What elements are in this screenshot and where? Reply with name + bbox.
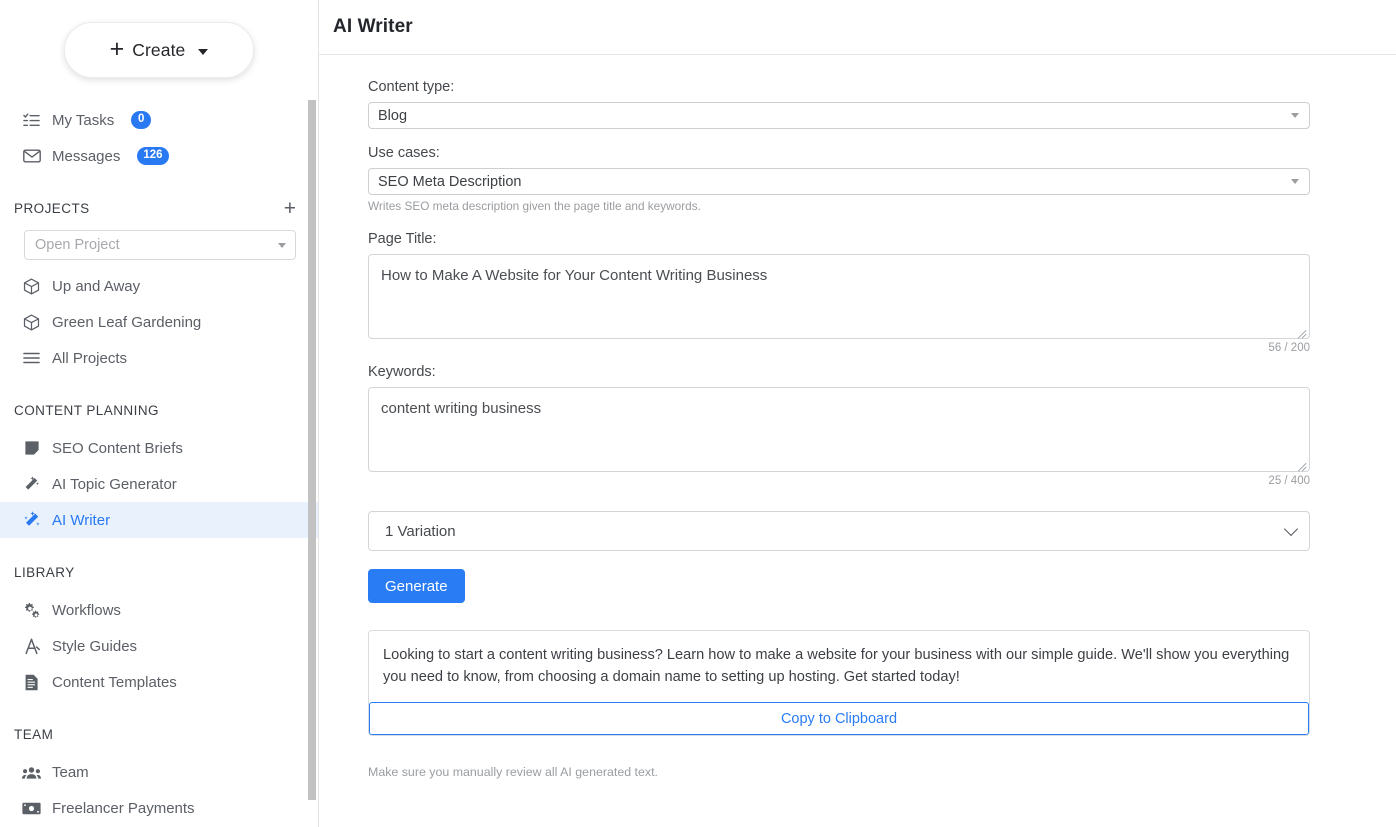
- generated-result-text: Looking to start a content writing busin…: [383, 647, 1290, 686]
- sidebar-item-seo-content-briefs[interactable]: SEO Content Briefs: [0, 430, 318, 466]
- people-group-icon: [22, 763, 41, 782]
- messages-badge: 126: [137, 147, 169, 165]
- open-project-select[interactable]: Open Project: [24, 230, 296, 260]
- plus-icon: +: [109, 34, 125, 63]
- generate-button[interactable]: Generate: [368, 569, 465, 603]
- page-title-label: Page Title:: [368, 231, 437, 247]
- main-content: AI Writer Content type: Blog Use cases: …: [319, 0, 1396, 827]
- envelope-icon: [22, 147, 41, 166]
- content-type-field: Content type: Blog: [368, 79, 1396, 129]
- sidebar: + Create My Tasks 0 Messages 126 PROJECT…: [0, 0, 319, 827]
- generated-result-box: Looking to start a content writing busin…: [368, 630, 1310, 737]
- ai-disclaimer-text: Make sure you manually review all AI gen…: [368, 765, 658, 780]
- use-cases-select[interactable]: SEO Meta Description: [368, 168, 1310, 195]
- copy-to-clipboard-button[interactable]: Copy to Clipboard: [369, 702, 1309, 736]
- create-button-wrap: + Create: [0, 0, 318, 88]
- sidebar-scroll-area[interactable]: + Create My Tasks 0 Messages 126 PROJECT…: [0, 0, 318, 827]
- sidebar-item-my-tasks[interactable]: My Tasks 0: [0, 102, 318, 138]
- chevron-down-icon: [1291, 113, 1299, 118]
- projects-section-header: PROJECTS +: [0, 188, 318, 228]
- content-type-value: Blog: [378, 107, 408, 124]
- chevron-down-icon: [1283, 521, 1299, 536]
- sidebar-item-ai-writer[interactable]: AI Writer: [0, 502, 318, 538]
- sidebar-top-nav: My Tasks 0 Messages 126: [0, 102, 318, 174]
- add-project-plus-icon[interactable]: +: [284, 198, 296, 219]
- magic-wand-icon: [22, 475, 41, 494]
- sidebar-item-messages[interactable]: Messages 126: [0, 138, 318, 174]
- page-title-field: Page Title: 56 / 200: [368, 231, 1396, 354]
- cube-icon: [22, 313, 41, 332]
- my-tasks-badge: 0: [131, 111, 152, 129]
- variations-select[interactable]: 1 Variation: [368, 511, 1310, 551]
- sidebar-item-label: Green Leaf Gardening: [52, 313, 202, 331]
- chevron-down-icon: [278, 242, 286, 248]
- library-section-header: LIBRARY: [0, 552, 318, 592]
- sidebar-item-label: Content Templates: [52, 673, 177, 691]
- keywords-field: Keywords: 25 / 400: [368, 364, 1396, 487]
- open-project-placeholder: Open Project: [35, 237, 120, 253]
- chevron-down-icon: [198, 48, 209, 55]
- content-planning-section-header: CONTENT PLANNING: [0, 390, 318, 430]
- page-title-input[interactable]: [368, 254, 1310, 339]
- pen-nib-icon: [22, 637, 41, 656]
- sidebar-item-label: All Projects: [52, 349, 128, 367]
- sidebar-item-freelancer-payments[interactable]: Freelancer Payments: [0, 790, 318, 826]
- page-title-counter: 56 / 200: [1268, 342, 1310, 354]
- file-lines-icon: [22, 673, 41, 692]
- keywords-input[interactable]: [368, 387, 1310, 472]
- create-button-label: Create: [132, 39, 186, 60]
- use-cases-field: Use cases: SEO Meta Description Writes S…: [368, 145, 1396, 213]
- sidebar-item-all-projects[interactable]: All Projects: [0, 340, 318, 376]
- keywords-counter: 25 / 400: [1268, 475, 1310, 487]
- sidebar-item-label: Messages: [52, 147, 121, 165]
- sidebar-item-green-leaf-gardening[interactable]: Green Leaf Gardening: [0, 304, 318, 340]
- variations-value: 1 Variation: [385, 522, 456, 540]
- keywords-textarea-wrap: [368, 387, 1310, 472]
- team-section-header: TEAM: [0, 714, 318, 754]
- sidebar-item-style-guides[interactable]: Style Guides: [0, 628, 318, 664]
- hamburger-list-icon: [22, 349, 41, 368]
- app-root: + Create My Tasks 0 Messages 126 PROJECT…: [0, 0, 1396, 827]
- sidebar-item-label: Freelancer Payments: [52, 799, 195, 817]
- content-type-label: Content type:: [368, 79, 455, 95]
- sidebar-item-label: Style Guides: [52, 637, 138, 655]
- use-cases-helper-text: Writes SEO meta description given the pa…: [368, 199, 701, 213]
- sidebar-item-label: AI Topic Generator: [52, 475, 177, 493]
- tasks-list-icon: [22, 111, 41, 130]
- sidebar-scrollbar-track[interactable]: [308, 0, 317, 827]
- page-title-textarea-wrap: [368, 254, 1310, 339]
- sidebar-item-label: AI Writer: [52, 511, 111, 529]
- library-section-title: LIBRARY: [14, 564, 75, 580]
- chevron-down-icon: [1291, 179, 1299, 184]
- use-cases-value: SEO Meta Description: [378, 173, 522, 190]
- gears-icon: [22, 601, 41, 620]
- create-button[interactable]: + Create: [64, 22, 254, 78]
- sidebar-item-label: SEO Content Briefs: [52, 439, 183, 457]
- sidebar-item-label: Up and Away: [52, 277, 141, 295]
- ai-writer-form: Content type: Blog Use cases: SEO Meta D…: [319, 55, 1396, 779]
- cube-icon: [22, 277, 41, 296]
- sidebar-item-team[interactable]: Team: [0, 754, 318, 790]
- sidebar-item-up-and-away[interactable]: Up and Away: [0, 268, 318, 304]
- sidebar-item-label: My Tasks: [52, 111, 115, 129]
- sidebar-item-label: Workflows: [52, 601, 121, 619]
- money-bill-icon: [22, 799, 41, 818]
- page-title: AI Writer: [333, 16, 413, 37]
- sidebar-item-ai-topic-generator[interactable]: AI Topic Generator: [0, 466, 318, 502]
- sidebar-item-workflows[interactable]: Workflows: [0, 592, 318, 628]
- content-type-select[interactable]: Blog: [368, 102, 1310, 129]
- team-section-title: TEAM: [14, 726, 54, 742]
- sidebar-item-content-templates[interactable]: Content Templates: [0, 664, 318, 700]
- use-cases-label: Use cases:: [368, 145, 440, 161]
- sidebar-scrollbar-thumb[interactable]: [308, 100, 316, 800]
- magic-wand-sparkle-icon: [22, 511, 41, 530]
- sidebar-item-label: Team: [52, 763, 89, 781]
- sticky-note-icon: [22, 439, 41, 458]
- content-planning-section-title: CONTENT PLANNING: [14, 402, 159, 418]
- keywords-label: Keywords:: [368, 364, 436, 380]
- projects-section-title: PROJECTS: [14, 200, 90, 216]
- main-header: AI Writer: [319, 0, 1396, 55]
